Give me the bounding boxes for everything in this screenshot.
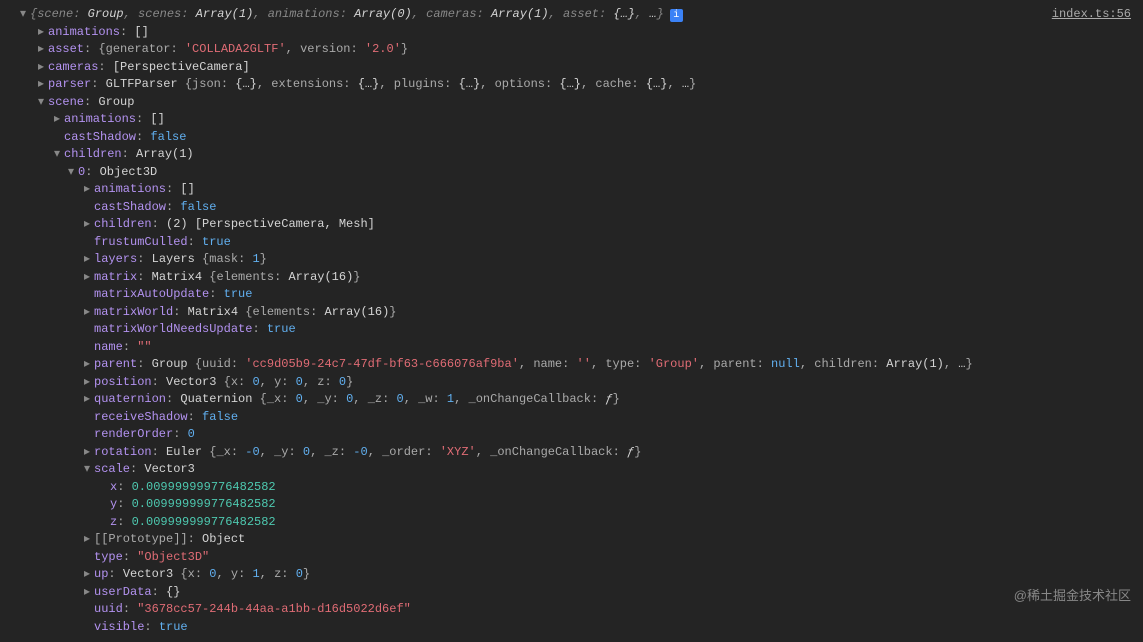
collapse-icon[interactable]: ▸ [82, 269, 92, 287]
prop[interactable]: ▸cameras: [PerspectiveCamera] [8, 59, 1135, 77]
collapse-icon[interactable]: ▸ [82, 216, 92, 234]
collapse-icon[interactable]: ▸ [36, 24, 46, 42]
prop[interactable]: castShadow: false [8, 129, 1135, 147]
source-link[interactable]: index.ts:56 [1052, 6, 1131, 24]
collapse-icon[interactable]: ▸ [82, 531, 92, 549]
collapse-icon[interactable]: ▸ [82, 356, 92, 374]
expand-icon[interactable]: ▾ [36, 94, 46, 112]
collapse-icon[interactable]: ▸ [82, 251, 92, 269]
prop[interactable]: ▸animations: [] [8, 111, 1135, 129]
expand-icon[interactable]: ▾ [66, 164, 76, 182]
expand-icon[interactable]: ▾ [82, 461, 92, 479]
prop[interactable]: ▸[[Prototype]]: Object [8, 531, 1135, 549]
prop[interactable]: ▸asset: {generator: 'COLLADA2GLTF', vers… [8, 41, 1135, 59]
collapse-icon[interactable]: ▸ [36, 41, 46, 59]
prop[interactable]: matrixWorldNeedsUpdate: true [8, 321, 1135, 339]
console-tree: ▾{scene: Group, scenes: Array(1), animat… [0, 0, 1143, 642]
prop[interactable]: ▸up: Vector3 {x: 0, y: 1, z: 0} [8, 566, 1135, 584]
collapse-icon[interactable]: ▸ [52, 111, 62, 129]
collapse-icon[interactable]: ▸ [82, 374, 92, 392]
prop[interactable]: z: 0.009999999776482582 [8, 514, 1135, 532]
prop[interactable]: ▸rotation: Euler {_x: -0, _y: 0, _z: -0,… [8, 444, 1135, 462]
prop[interactable]: receiveShadow: false [8, 409, 1135, 427]
collapse-icon[interactable]: ▸ [36, 76, 46, 94]
top-summary[interactable]: ▾{scene: Group, scenes: Array(1), animat… [8, 6, 1135, 24]
prop[interactable]: ▸parent: Group {uuid: 'cc9d05b9-24c7-47d… [8, 356, 1135, 374]
prop[interactable]: ▸parser: GLTFParser {json: {…}, extensio… [8, 76, 1135, 94]
expand-icon[interactable]: ▾ [18, 6, 28, 24]
prop[interactable]: ▾scene: Group [8, 94, 1135, 112]
prop[interactable]: ▸matrixWorld: Matrix4 {elements: Array(1… [8, 304, 1135, 322]
prop[interactable]: renderOrder: 0 [8, 426, 1135, 444]
prop[interactable]: matrixAutoUpdate: true [8, 286, 1135, 304]
collapse-icon[interactable]: ▸ [82, 566, 92, 584]
prop[interactable]: ▸matrix: Matrix4 {elements: Array(16)} [8, 269, 1135, 287]
prop[interactable]: ▸userData: {} [8, 584, 1135, 602]
collapse-icon[interactable]: ▸ [82, 584, 92, 602]
prop[interactable]: ▾scale: Vector3 [8, 461, 1135, 479]
prop[interactable]: type: "Object3D" [8, 549, 1135, 567]
prop[interactable]: frustumCulled: true [8, 234, 1135, 252]
prop[interactable]: uuid: "3678cc57-244b-44aa-a1bb-d16d5022d… [8, 601, 1135, 619]
expand-icon[interactable]: ▾ [52, 146, 62, 164]
collapse-icon[interactable]: ▸ [82, 444, 92, 462]
prop[interactable]: visible: true [8, 619, 1135, 637]
prop[interactable]: y: 0.009999999776482582 [8, 496, 1135, 514]
collapse-icon[interactable]: ▸ [82, 391, 92, 409]
prop[interactable]: castShadow: false [8, 199, 1135, 217]
prop[interactable]: ▸layers: Layers {mask: 1} [8, 251, 1135, 269]
prop[interactable]: ▸children: (2) [PerspectiveCamera, Mesh] [8, 216, 1135, 234]
watermark: @稀土掘金技术社区 [1014, 587, 1131, 605]
prop[interactable]: ▸position: Vector3 {x: 0, y: 0, z: 0} [8, 374, 1135, 392]
prop[interactable]: ▸animations: [] [8, 181, 1135, 199]
info-icon[interactable]: i [670, 9, 683, 22]
prop[interactable]: ▾children: Array(1) [8, 146, 1135, 164]
prop[interactable]: ▸quaternion: Quaternion {_x: 0, _y: 0, _… [8, 391, 1135, 409]
collapse-icon[interactable]: ▸ [36, 59, 46, 77]
prop[interactable]: ▾0: Object3D [8, 164, 1135, 182]
prop[interactable]: ▸animations: [] [8, 24, 1135, 42]
collapse-icon[interactable]: ▸ [82, 304, 92, 322]
prop[interactable]: name: "" [8, 339, 1135, 357]
collapse-icon[interactable]: ▸ [82, 181, 92, 199]
prop[interactable]: x: 0.009999999776482582 [8, 479, 1135, 497]
